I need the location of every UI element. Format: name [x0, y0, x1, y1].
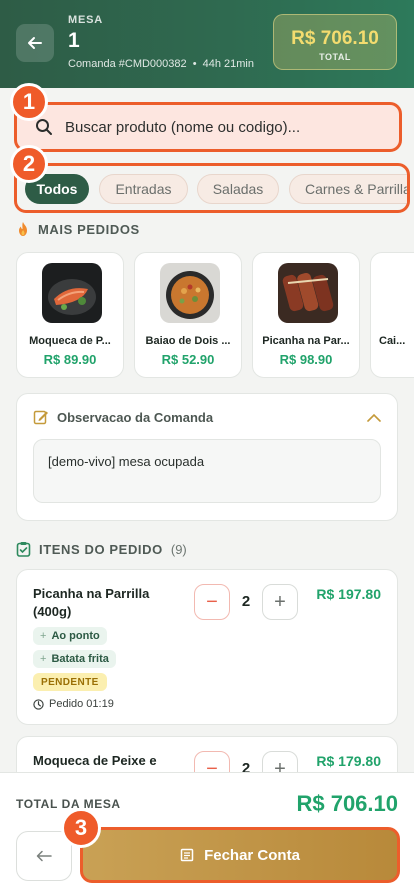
popular-item-moqueca[interactable]: Moqueca de P... R$ 89.90	[16, 252, 124, 378]
modifier-label: Ao ponto	[51, 630, 100, 642]
popular-item-price: R$ 98.90	[279, 352, 333, 367]
food-thumbnail	[278, 263, 338, 323]
category-tab-entradas[interactable]: Entradas	[99, 174, 188, 204]
footer-total-label: TOTAL DA MESA	[16, 797, 121, 811]
close-bill-label: Fechar Conta	[204, 846, 300, 864]
header-total-label: TOTAL	[319, 52, 351, 62]
popular-item-name: Moqueca de P...	[29, 335, 111, 347]
order-item-price: R$ 179.80	[316, 753, 381, 769]
mesa-label: MESA	[68, 14, 103, 26]
meta-separator: •	[192, 58, 197, 70]
popular-item-name: Baiao de Dois ...	[145, 335, 231, 347]
header-total: R$ 706.10 TOTAL	[273, 14, 397, 70]
edit-icon	[33, 410, 48, 425]
modifier-tag: + Batata frita	[33, 650, 116, 668]
order-heading: ITENS DO PEDIDO (9)	[16, 541, 187, 557]
popular-item-price: R$ 89.90	[43, 352, 97, 367]
search-placeholder: Buscar produto (nome ou codigo)...	[65, 118, 301, 136]
search-input[interactable]: Buscar produto (nome ou codigo)...	[14, 102, 402, 152]
footer-total-value: R$ 706.10	[296, 791, 398, 816]
observation-textarea[interactable]: [demo-vivo] mesa ocupada	[33, 439, 381, 503]
popular-item-partial[interactable]: Cai...	[370, 252, 414, 378]
chevron-up-icon[interactable]	[367, 413, 381, 422]
comanda-id: Comanda #CMD000382	[68, 58, 187, 70]
comanda-meta: Comanda #CMD000382 • 44h 21min	[68, 58, 254, 70]
receipt-icon	[180, 848, 194, 862]
popular-item-price: R$ 52.90	[161, 352, 215, 367]
order-title: ITENS DO PEDIDO	[39, 541, 163, 557]
popular-item-baiao[interactable]: Baiao de Dois ... R$ 52.90	[134, 252, 242, 378]
observation-panel: Observacao da Comanda [demo-vivo] mesa o…	[16, 393, 398, 521]
step-badge-1: 1	[10, 83, 48, 121]
popular-item-name: Cai...	[379, 335, 406, 347]
elapsed-time: 44h 21min	[202, 58, 254, 70]
header-total-value: R$ 706.10	[291, 28, 379, 49]
close-bill-button[interactable]: Fechar Conta	[80, 827, 400, 883]
decrease-quantity-button[interactable]: −	[194, 584, 230, 620]
category-tab-carnes[interactable]: Carnes & Parrilla	[289, 174, 407, 204]
food-thumbnail	[160, 263, 220, 323]
popular-item-name: Picanha na Par...	[262, 335, 350, 347]
popular-item-picanha[interactable]: Picanha na Par... R$ 98.90	[252, 252, 360, 378]
order-time-label: Pedido 01:19	[49, 698, 114, 710]
plus-icon: +	[40, 653, 47, 665]
category-tabs: Todos Entradas Saladas Carnes & Parrilla	[14, 163, 410, 213]
category-tab-saladas[interactable]: Saladas	[197, 174, 279, 204]
modifier-tag: + Ao ponto	[33, 627, 107, 645]
clock-icon	[33, 698, 44, 710]
order-count: (9)	[170, 541, 187, 557]
step-badge-3: 3	[61, 808, 101, 848]
popular-title: MAIS PEDIDOS	[38, 221, 140, 237]
order-item-quantity: 2	[241, 593, 251, 610]
arrow-left-icon	[28, 37, 42, 49]
clipboard-check-icon	[16, 542, 31, 557]
back-button[interactable]	[16, 24, 54, 62]
increase-quantity-button[interactable]: +	[262, 584, 298, 620]
mesa-number: 1	[68, 29, 80, 52]
popular-list: Moqueca de P... R$ 89.90 Baiao de Dois .…	[0, 252, 414, 382]
modifier-label: Batata frita	[51, 653, 109, 665]
order-item-name: Picanha na Parrilla (400g)	[33, 586, 150, 619]
order-item-price: R$ 197.80	[316, 586, 381, 602]
header-bar: MESA 1 Comanda #CMD000382 • 44h 21min R$…	[0, 0, 414, 88]
fire-icon	[19, 222, 27, 236]
step-badge-2: 2	[10, 145, 48, 183]
order-item: Picanha na Parrilla (400g) − 2 + R$ 197.…	[16, 569, 398, 725]
arrow-left-icon	[36, 850, 52, 862]
search-icon	[36, 119, 52, 135]
order-time: Pedido 01:19	[33, 698, 114, 710]
food-thumbnail	[42, 263, 102, 323]
observation-title: Observacao da Comanda	[57, 410, 214, 425]
status-badge: PENDENTE	[33, 673, 107, 691]
popular-heading: MAIS PEDIDOS	[16, 221, 140, 237]
order-item-name: Moqueca de Peixe e	[33, 753, 157, 768]
plus-icon: +	[40, 630, 47, 642]
